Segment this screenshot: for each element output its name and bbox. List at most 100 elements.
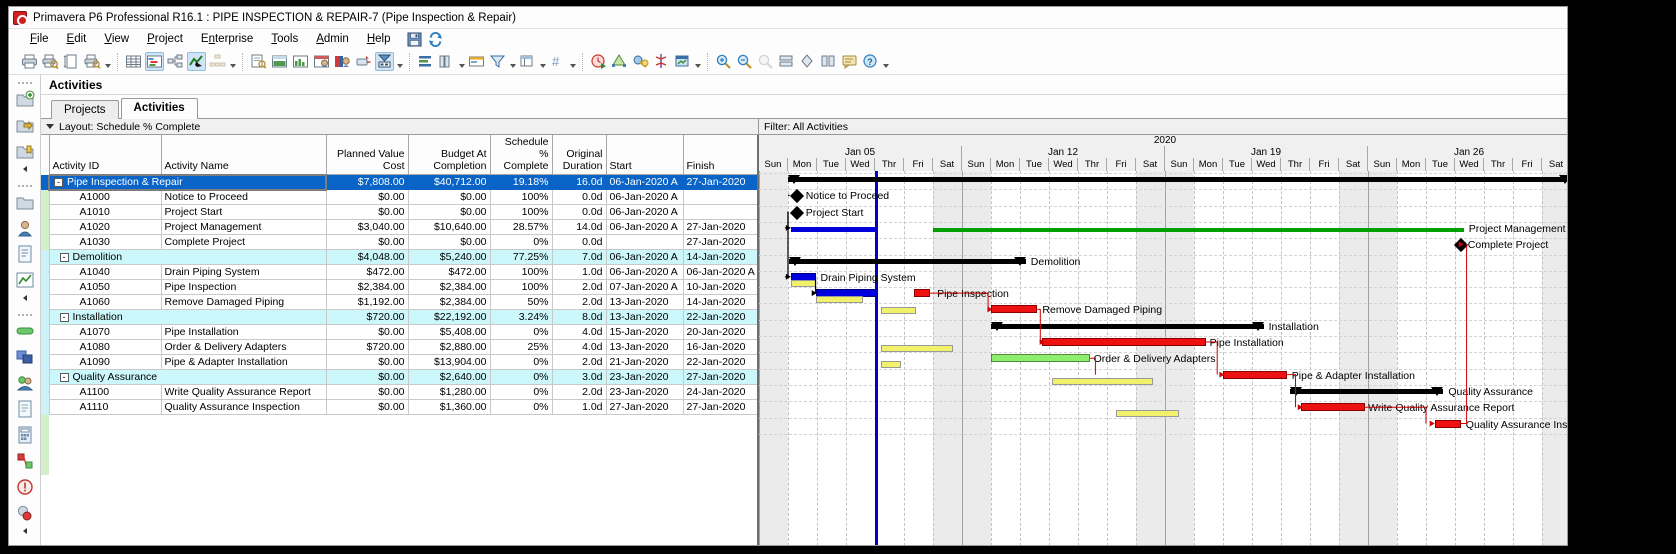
tracking-view-icon[interactable]: [15, 270, 35, 290]
gantt-bar[interactable]: [815, 296, 864, 304]
tracking-icon[interactable]: [187, 52, 206, 71]
gantt-bar[interactable]: [914, 289, 931, 298]
gantt-bar[interactable]: [880, 307, 916, 315]
gantt-bar[interactable]: [1051, 377, 1154, 385]
table-view-icon[interactable]: [124, 52, 143, 71]
zoom-in-icon[interactable]: [714, 52, 733, 71]
gantt-summary-bar[interactable]: [1289, 386, 1444, 396]
gantt-bar[interactable]: [1115, 410, 1180, 418]
gantt-chart-icon[interactable]: [145, 52, 164, 71]
tab-projects[interactable]: Projects: [51, 100, 119, 119]
table-row[interactable]: A1060 Remove Damaged Piping $1,192.00 $2,38…: [41, 294, 757, 310]
col-header-start[interactable]: Start: [605, 135, 684, 175]
table-row[interactable]: A1100 Write Quality Assurance Report $0.00…: [41, 384, 757, 400]
col-header-planned-value-cost[interactable]: Planned Value Cost: [325, 135, 409, 175]
rail-grip-1[interactable]: [16, 79, 34, 86]
resource-usage-spreadsheet-icon[interactable]: [312, 52, 331, 71]
resource-usage-profile-icon[interactable]: [291, 52, 310, 71]
gantt-bar[interactable]: [880, 345, 954, 352]
table-row[interactable]: - Quality Assurance $0.00 $2,640.00 0% 3.0d 23…: [41, 369, 757, 385]
update-progress-icon[interactable]: [652, 52, 671, 71]
trace-logic-icon[interactable]: [354, 52, 373, 71]
table-row[interactable]: A1110 Quality Assurance Inspection $0.00 $1…: [41, 399, 757, 415]
filter-dropdown-caret-icon[interactable]: [508, 52, 517, 71]
columns-icon[interactable]: [437, 52, 456, 71]
thresholds-icon[interactable]: [15, 503, 35, 523]
team-icon[interactable]: [15, 373, 35, 393]
filter-selector[interactable]: Filter: All Activities: [759, 119, 1567, 134]
row-expander-toggle[interactable]: -: [59, 372, 69, 382]
notebook-icon[interactable]: [840, 52, 859, 71]
menu-edit[interactable]: Edit: [58, 31, 96, 47]
import-export-icon[interactable]: [15, 141, 35, 161]
horizontal-split-icon[interactable]: [777, 52, 796, 71]
bars-icon[interactable]: [467, 52, 486, 71]
wbs-chart-icon[interactable]: [208, 52, 227, 71]
line-numbers-icon[interactable]: #: [548, 52, 567, 71]
refresh-icon[interactable]: [428, 31, 443, 47]
new-project-icon[interactable]: [15, 89, 35, 109]
collapse-all-icon[interactable]: [375, 52, 394, 71]
gantt-summary-bar[interactable]: [991, 321, 1264, 331]
schedule-icon[interactable]: [589, 52, 608, 71]
help-icon[interactable]: ?: [861, 52, 880, 71]
gantt-summary-bar[interactable]: [788, 175, 1567, 184]
reports-icon[interactable]: [15, 244, 35, 264]
gantt-summary-bar[interactable]: [789, 256, 1026, 266]
activity-usage-icon[interactable]: [333, 52, 352, 71]
costs-icon[interactable]: [15, 425, 35, 445]
vertical-split-icon[interactable]: [819, 52, 838, 71]
columns-dropdown-caret-icon[interactable]: [457, 52, 466, 71]
activity-details-icon[interactable]: [249, 52, 268, 71]
table-row[interactable]: - Installation $720.00 $22,192.00 3.24% 8.0d 1…: [41, 309, 757, 325]
print-settings-icon[interactable]: [83, 52, 102, 71]
table-row[interactable]: A1030 Complete Project $0.00 $0.00 0% 0.0d 27-…: [41, 234, 757, 250]
help-dropdown-caret-icon[interactable]: [881, 52, 890, 71]
views-dropdown-caret-icon[interactable]: [228, 52, 237, 71]
menu-admin[interactable]: Admin: [307, 31, 358, 47]
menu-file[interactable]: File: [21, 31, 58, 47]
level-resources-icon[interactable]: [610, 52, 629, 71]
group-by-icon[interactable]: [518, 52, 537, 71]
row-expander-toggle[interactable]: -: [59, 312, 69, 322]
documents-icon[interactable]: [15, 399, 35, 419]
gantt-bar[interactable]: [991, 305, 1038, 314]
row-expander-toggle[interactable]: -: [54, 177, 63, 187]
linenumbers-dropdown-caret-icon[interactable]: [568, 52, 577, 71]
issues-icon[interactable]: [15, 451, 35, 471]
gantt-bar[interactable]: [1041, 338, 1206, 346]
col-header-activity-name[interactable]: Activity Name: [160, 135, 327, 175]
timescale-icon[interactable]: [798, 52, 817, 71]
rail-grip-3[interactable]: [16, 311, 34, 318]
table-row[interactable]: - Demolition $4,048.00 $5,240.00 77.25% 7.0d 0…: [41, 249, 757, 265]
zoom-reset-icon[interactable]: [756, 52, 775, 71]
activities-icon[interactable]: [15, 321, 35, 341]
filter-icon[interactable]: [488, 52, 507, 71]
store-period-icon[interactable]: [673, 52, 692, 71]
assignments-icon[interactable]: [15, 347, 35, 367]
rail-collapse-arrow-icon-2[interactable]: [16, 293, 34, 303]
row-expander-toggle[interactable]: -: [59, 252, 69, 262]
table-row[interactable]: A1090 Pipe & Adapter Installation $0.00 $13…: [41, 354, 757, 370]
table-row[interactable]: A1070 Pipe Installation $0.00 $5,408.00 0% 4.…: [41, 324, 757, 340]
menu-enterprise[interactable]: Enterprise: [192, 31, 262, 47]
print-icon[interactable]: [20, 52, 39, 71]
resources-icon[interactable]: [15, 218, 35, 238]
open-project-icon[interactable]: [15, 115, 35, 135]
table-row[interactable]: A1080 Order & Delivery Adapters $720.00 $2,…: [41, 339, 757, 355]
wbs-icon[interactable]: [15, 192, 35, 212]
table-row[interactable]: A1000 Notice to Proceed $0.00 $0.00 100% 0.0d…: [41, 189, 757, 205]
risks-icon[interactable]: [15, 477, 35, 497]
menu-project[interactable]: Project: [138, 31, 192, 47]
group-sort-icon[interactable]: [416, 52, 435, 71]
layout-selector[interactable]: Layout: Schedule % Complete: [41, 119, 759, 134]
table-row[interactable]: - Pipe Inspection & Repair $7,808.00 $40,71…: [41, 173, 757, 191]
resource-assignments-icon[interactable]: [270, 52, 289, 71]
zoom-out-icon[interactable]: [735, 52, 754, 71]
rail-collapse-arrow-icon[interactable]: [16, 164, 34, 174]
gantt-milestone[interactable]: [789, 189, 804, 204]
menu-help[interactable]: Help: [358, 31, 400, 47]
table-row[interactable]: A1010 Project Start $0.00 $0.00 100% 0.0d 06-J…: [41, 204, 757, 220]
print-preview-icon[interactable]: [41, 52, 60, 71]
col-header-budget-at-completion[interactable]: Budget At Completion: [407, 135, 491, 175]
